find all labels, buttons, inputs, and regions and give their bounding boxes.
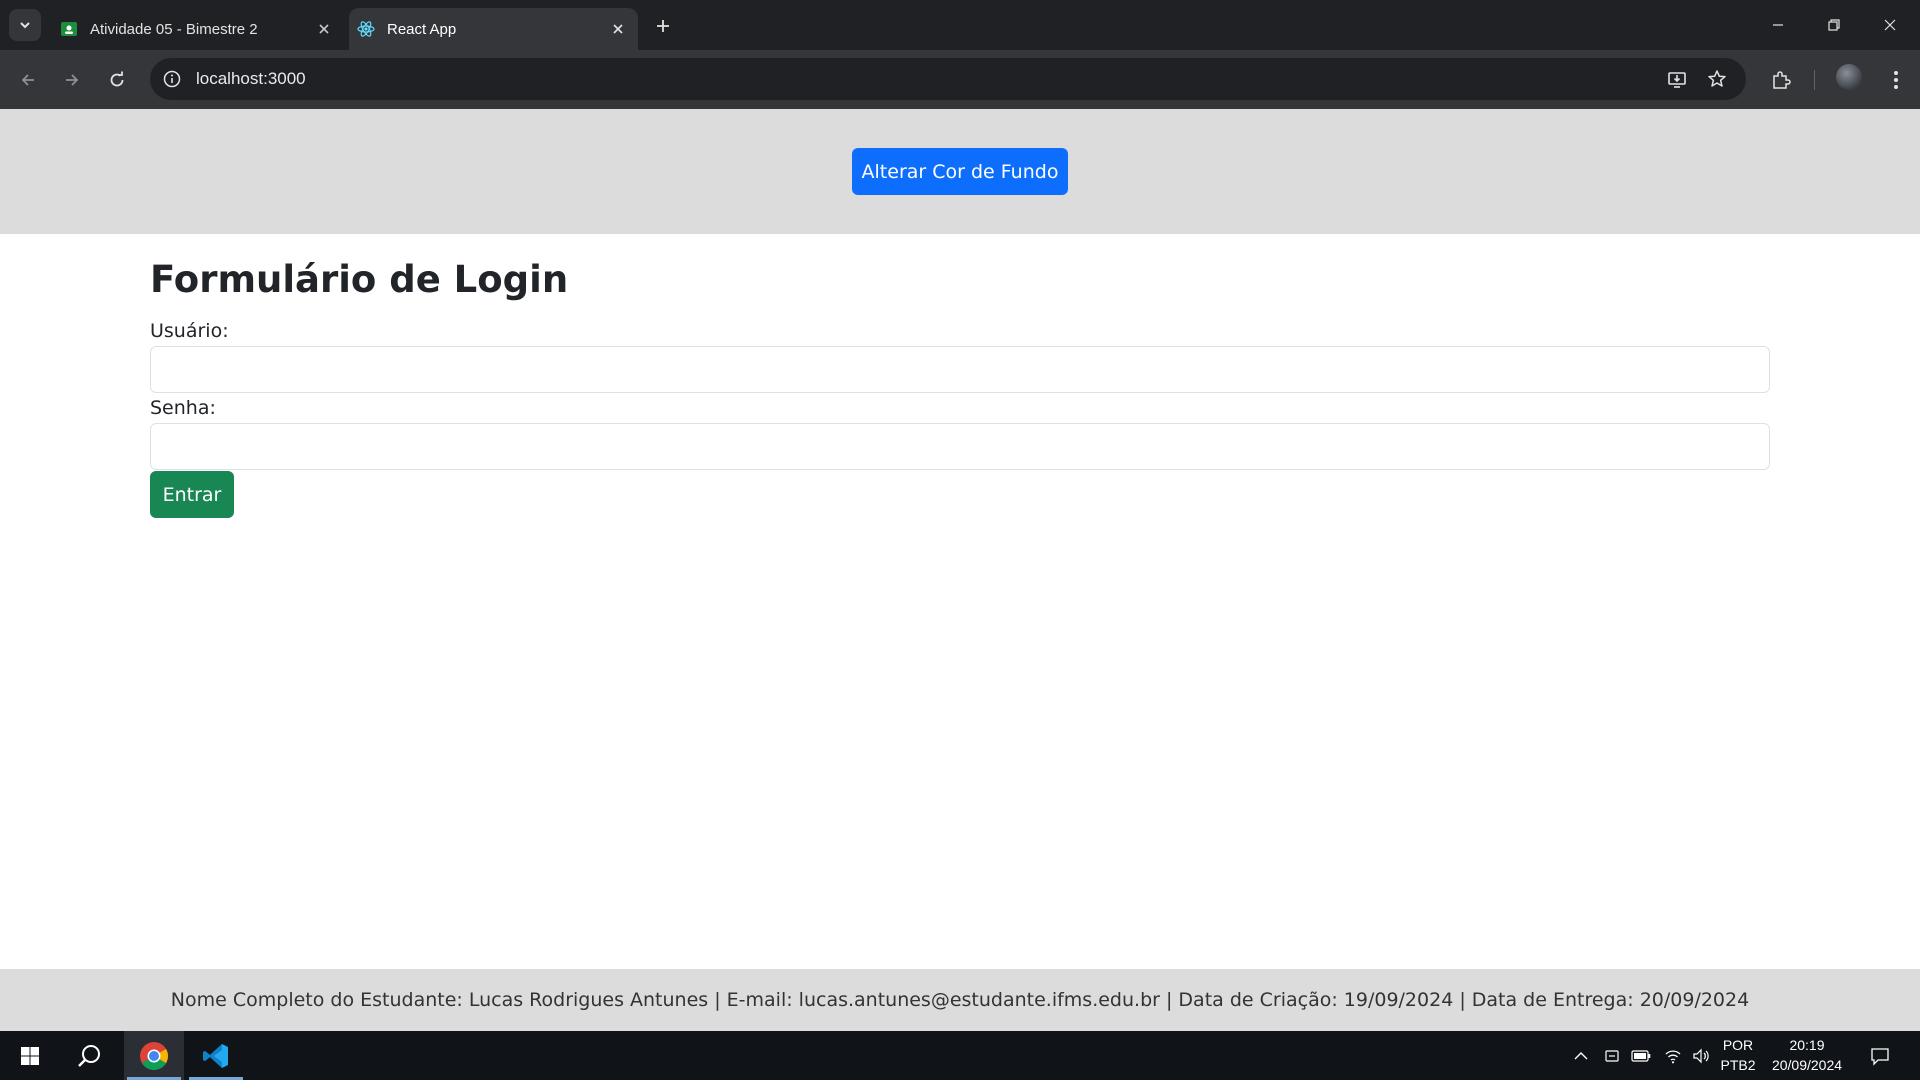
address-text: localhost:3000 — [196, 69, 306, 88]
close-icon — [1884, 19, 1896, 31]
windows-taskbar: POR PTB2 20:19 20/09/2024 — [0, 1031, 1920, 1080]
forward-button[interactable] — [56, 64, 88, 96]
new-tab-button[interactable] — [649, 12, 677, 40]
vscode-icon — [203, 1043, 228, 1068]
back-button[interactable] — [12, 64, 44, 96]
minimize-button[interactable] — [1750, 0, 1806, 50]
meet-now-icon[interactable] — [1600, 1031, 1624, 1080]
clock-date: 20/09/2024 — [1771, 1057, 1843, 1073]
battery-icon[interactable] — [1628, 1031, 1654, 1080]
install-app-icon[interactable] — [1665, 67, 1689, 91]
arrow-left-icon — [21, 74, 34, 86]
minimize-icon — [1773, 24, 1783, 26]
user-label: Usuário: — [150, 320, 229, 342]
wifi-icon[interactable] — [1660, 1031, 1686, 1080]
footer: Nome Completo do Estudante: Lucas Rodrig… — [0, 969, 1920, 1031]
chevron-up-icon — [1574, 1051, 1588, 1059]
chevron-down-icon — [20, 22, 30, 29]
language-code: POR — [1722, 1037, 1754, 1053]
arrow-right-icon — [66, 74, 79, 86]
taskbar-vscode[interactable] — [186, 1031, 246, 1080]
tab-title: React App — [387, 20, 457, 38]
more-vertical-icon — [1894, 71, 1898, 89]
password-input[interactable] — [150, 423, 1770, 470]
restore-button[interactable] — [1806, 0, 1862, 50]
login-button[interactable]: Entrar — [150, 471, 234, 518]
taskbar-chrome[interactable] — [124, 1031, 184, 1080]
close-icon[interactable] — [606, 17, 630, 41]
footer-text: Nome Completo do Estudante: Lucas Rodrig… — [170, 989, 1750, 1011]
tab-atividade[interactable]: Atividade 05 - Bimestre 2 — [52, 8, 344, 50]
classroom-icon — [60, 20, 78, 38]
react-icon — [357, 20, 375, 38]
extensions-button[interactable] — [1765, 64, 1797, 96]
search-icon — [78, 1044, 100, 1067]
plus-icon — [657, 20, 669, 32]
clock[interactable]: 20:19 20/09/2024 — [1762, 1035, 1852, 1075]
profile-avatar[interactable] — [1836, 64, 1862, 90]
reload-icon — [110, 71, 124, 87]
browser-toolbar: localhost:3000 — [0, 50, 1920, 109]
notifications-button[interactable] — [1862, 1031, 1898, 1080]
close-window-button[interactable] — [1862, 0, 1918, 50]
chrome-icon — [140, 1041, 168, 1070]
browser-tab-bar: Atividade 05 - Bimestre 2 React App — [0, 0, 1920, 50]
tab-title: Atividade 05 - Bimestre 2 — [90, 20, 258, 38]
site-info-icon[interactable] — [160, 67, 184, 91]
volume-icon[interactable] — [1688, 1031, 1714, 1080]
tab-search-button[interactable] — [9, 9, 41, 41]
chrome-menu-button[interactable] — [1880, 64, 1912, 96]
toolbar-divider — [1814, 70, 1815, 90]
reload-button[interactable] — [101, 64, 133, 96]
page-title: Formulário de Login — [150, 258, 569, 301]
restore-icon — [1828, 19, 1840, 31]
notification-icon — [1871, 1047, 1889, 1066]
start-button[interactable] — [0, 1031, 60, 1080]
close-icon[interactable] — [312, 17, 336, 41]
taskbar-search-button[interactable] — [60, 1031, 120, 1080]
password-label: Senha: — [150, 397, 216, 419]
show-hidden-icons-button[interactable] — [1568, 1031, 1594, 1080]
input-language[interactable]: POR PTB2 — [1718, 1035, 1758, 1075]
clock-time: 20:19 — [1789, 1037, 1825, 1053]
tab-react-app[interactable]: React App — [349, 8, 638, 50]
bookmark-star-icon[interactable] — [1705, 67, 1729, 91]
user-input[interactable] — [150, 346, 1770, 393]
change-background-button[interactable]: Alterar Cor de Fundo — [852, 148, 1068, 195]
keyboard-layout: PTB2 — [1720, 1057, 1756, 1073]
puzzle-icon — [1773, 71, 1791, 89]
windows-icon — [21, 1046, 39, 1065]
address-bar[interactable]: localhost:3000 — [150, 58, 1746, 100]
